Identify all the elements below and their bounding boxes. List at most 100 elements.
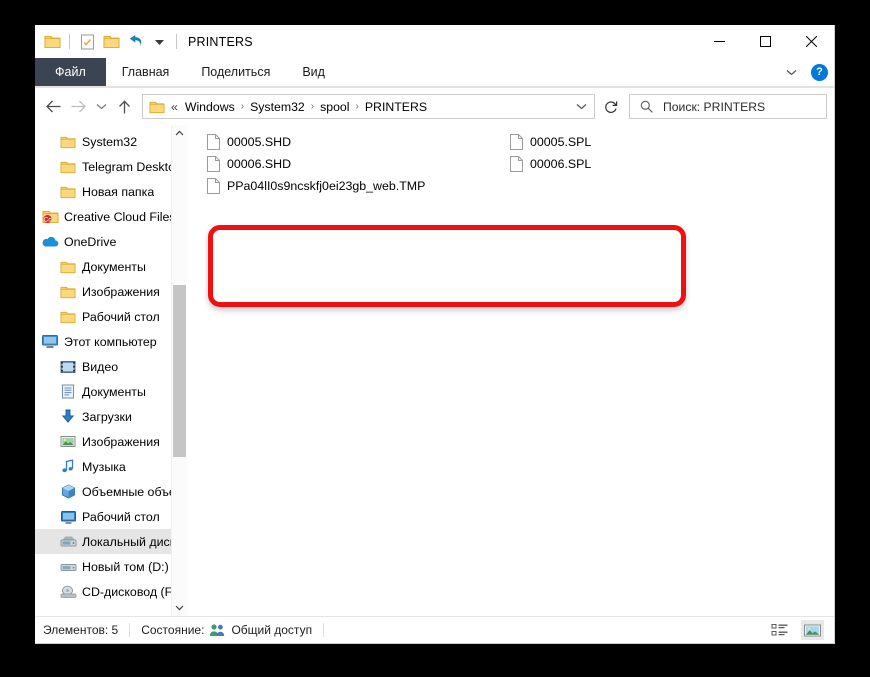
sidebar-item-label: OneDrive [64, 234, 117, 249]
sidebar-item-downloads[interactable]: Загрузки [35, 404, 187, 429]
minimize-button[interactable] [696, 25, 742, 58]
file-explorer-window: PRINTERS Файл Главная Поделиться Вид ? «… [35, 25, 835, 644]
address-folder-icon [147, 97, 167, 117]
drive-icon [57, 560, 79, 573]
status-separator [129, 623, 131, 637]
breadcrumb-printers[interactable]: PRINTERS [361, 99, 431, 115]
scroll-up-icon[interactable] [172, 125, 187, 141]
breadcrumb-overflow[interactable]: « [167, 99, 180, 115]
details-view-button[interactable] [769, 620, 792, 640]
file-name: 00005.SHD [227, 135, 292, 149]
breadcrumb-windows[interactable]: Windows [181, 99, 239, 115]
breadcrumb-separator-2[interactable]: › [310, 101, 315, 112]
folder-icon [57, 135, 79, 149]
sidebar-item-label: System32 [82, 134, 138, 149]
scroll-down-icon[interactable] [172, 600, 187, 616]
folder-icon [57, 160, 79, 174]
creative-cloud-icon: Cc [39, 209, 61, 224]
sidebar-item-new-volume-d[interactable]: Новый том (D:) [35, 554, 187, 579]
breadcrumb-spool[interactable]: spool [316, 99, 353, 115]
sidebar-item-creative-cloud-files[interactable]: Cc Creative Cloud Files [35, 204, 187, 229]
sidebar-item-telegram-desktop[interactable]: Telegram Desktop [35, 154, 187, 179]
sidebar-item-new-folder[interactable]: Новая папка [35, 179, 187, 204]
file-name: 00005.SPL [530, 135, 592, 149]
toolbar-separator-2 [176, 34, 177, 49]
documents-icon [57, 384, 79, 399]
undo-icon[interactable] [125, 32, 145, 52]
explorer-body: System32 Telegram Desktop Новая папка Cc… [35, 125, 834, 616]
tab-share[interactable]: Поделиться [185, 58, 286, 86]
list-item[interactable]: PPa04lI0s9ncskfj0ei23gb_web.TMP [201, 175, 504, 197]
close-button[interactable] [788, 25, 834, 58]
recent-locations-button[interactable] [92, 95, 111, 118]
pictures-icon [57, 435, 79, 448]
large-icons-view-button[interactable] [801, 620, 824, 640]
sidebar-item-music[interactable]: Музыка [35, 454, 187, 479]
sidebar-item-label: Изображения [82, 284, 160, 299]
file-list-pane: 00005.SHD 00006.SHD PPa04lI0s9ncskfj0ei2… [187, 125, 834, 616]
navigation-scrollbar[interactable] [171, 125, 187, 616]
search-input[interactable]: Поиск: PRINTERS [629, 94, 827, 119]
file-icon [204, 156, 223, 172]
sidebar-item-onedrive-documents[interactable]: Документы [35, 254, 187, 279]
toolbar-separator [69, 34, 70, 49]
tab-view[interactable]: Вид [286, 58, 341, 86]
sidebar-item-label: Creative Cloud Files [64, 209, 176, 224]
properties-icon[interactable] [77, 32, 97, 52]
file-icon [204, 134, 223, 150]
forward-button[interactable] [67, 95, 90, 118]
scrollbar-thumb[interactable] [173, 285, 186, 457]
sidebar-item-onedrive[interactable]: OneDrive [35, 229, 187, 254]
file-icon [507, 156, 526, 172]
sidebar-item-3d-objects[interactable]: Объемные объек [35, 479, 187, 504]
breadcrumb-separator-3[interactable]: › [355, 101, 360, 112]
sidebar-item-local-disk[interactable]: Локальный диск ( [35, 529, 187, 554]
breadcrumb-system32[interactable]: System32 [246, 99, 309, 115]
list-item[interactable]: 00005.SPL [504, 131, 807, 153]
list-item[interactable]: 00006.SHD [201, 153, 504, 175]
onedrive-cloud-icon [39, 235, 61, 248]
refresh-button[interactable] [597, 93, 624, 120]
customize-dropdown-icon[interactable] [149, 32, 169, 52]
sidebar-item-label: Изображения [82, 434, 160, 449]
this-pc-icon [39, 334, 61, 349]
list-item[interactable]: 00006.SPL [504, 153, 807, 175]
share-label: Общий доступ [231, 623, 313, 637]
sidebar-item-this-pc[interactable]: Этот компьютер [35, 329, 187, 354]
sidebar-item-onedrive-pictures[interactable]: Изображения [35, 279, 187, 304]
new-folder-icon[interactable] [101, 32, 121, 52]
folder-icon[interactable] [42, 32, 62, 52]
address-bar[interactable]: « Windows › System32 › spool › PRINTERS [142, 94, 595, 119]
tab-file[interactable]: Файл [35, 58, 106, 86]
sidebar-item-label: Документы [82, 384, 146, 399]
sidebar-item-label: Музыка [82, 459, 126, 474]
list-item[interactable]: 00005.SHD [201, 131, 504, 153]
address-dropdown-icon[interactable] [572, 103, 590, 110]
sidebar-item-pictures[interactable]: Изображения [35, 429, 187, 454]
sidebar-item-onedrive-desktop[interactable]: Рабочий стол [35, 304, 187, 329]
folder-icon [57, 185, 79, 199]
folder-icon [57, 260, 79, 274]
desktop-icon [57, 510, 79, 524]
sidebar-item-label: Локальный диск ( [82, 534, 183, 549]
breadcrumb-separator-1[interactable]: › [240, 101, 245, 112]
sidebar-item-documents[interactable]: Документы [35, 379, 187, 404]
ribbon-right-controls: ? [786, 58, 828, 86]
expand-ribbon-icon[interactable] [786, 69, 802, 76]
sidebar-item-label: Новая папка [82, 184, 155, 199]
file-name: 00006.SPL [530, 157, 592, 171]
file-name: PPa04lI0s9ncskfj0ei23gb_web.TMP [227, 179, 426, 193]
maximize-button[interactable] [742, 25, 788, 58]
sidebar-item-desktop[interactable]: Рабочий стол [35, 504, 187, 529]
sidebar-item-cd-drive-f[interactable]: CD-дисковод (F:) [35, 579, 187, 604]
help-icon[interactable]: ? [811, 63, 828, 81]
local-disk-icon [57, 535, 79, 548]
sidebar-item-label: Рабочий стол [82, 509, 160, 524]
tab-home[interactable]: Главная [106, 58, 186, 86]
sidebar-item-videos[interactable]: Видео [35, 354, 187, 379]
sidebar-item-system32[interactable]: System32 [35, 129, 187, 154]
search-text: Поиск: PRINTERS [663, 99, 766, 114]
up-button[interactable] [113, 95, 136, 118]
file-grid: 00005.SHD 00006.SHD PPa04lI0s9ncskfj0ei2… [187, 131, 834, 209]
back-button[interactable] [42, 95, 65, 118]
